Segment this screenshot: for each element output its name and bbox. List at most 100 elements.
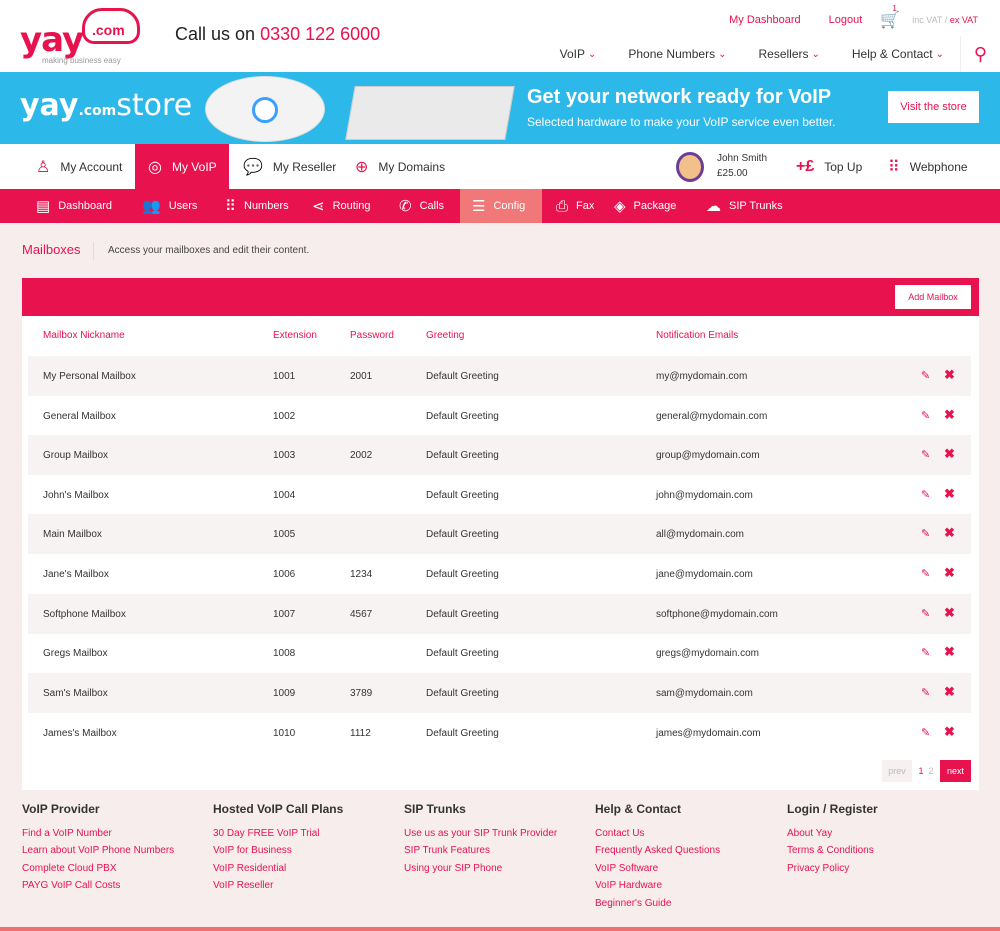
table-row[interactable]: John's Mailbox 1004 Default Greeting joh…	[28, 475, 971, 515]
footer-link[interactable]: Beginner's Guide	[595, 898, 720, 915]
cloud-download-icon: ☁	[706, 198, 721, 215]
cell-greeting: Default Greeting	[426, 569, 499, 580]
pencil-icon[interactable]: ✎	[921, 607, 930, 620]
table-row[interactable]: Gregs Mailbox 1008 Default Greeting greg…	[28, 633, 971, 673]
delete-icon[interactable]: ✖	[944, 644, 955, 660]
subnav-numbers[interactable]: ⠿ Numbers	[217, 189, 312, 223]
cell-email: sam@mydomain.com	[656, 688, 753, 699]
inc-vat-option[interactable]: inc VAT	[912, 15, 942, 25]
delete-icon[interactable]: ✖	[944, 605, 955, 621]
pencil-icon[interactable]: ✎	[921, 448, 930, 461]
cell-greeting: Default Greeting	[426, 648, 499, 659]
cart-icon[interactable]: 🛒 1	[880, 4, 900, 30]
access-point-light	[252, 97, 278, 123]
ex-vat-option[interactable]: ex VAT	[950, 15, 978, 25]
footer-link[interactable]: Terms & Conditions	[787, 845, 878, 862]
visit-store-button[interactable]: Visit the store	[888, 91, 979, 123]
table-row[interactable]: Softphone Mailbox 1007 4567 Default Gree…	[28, 594, 971, 634]
yay-logo[interactable]: yay .com making business easy	[20, 8, 150, 66]
nav-voip[interactable]: VoIP ⌄	[544, 36, 613, 72]
table-row[interactable]: General Mailbox 1002 Default Greeting ge…	[28, 396, 971, 436]
topup-button[interactable]: +£ Top Up	[796, 144, 862, 189]
subnav-calls[interactable]: ✆ Calls	[399, 189, 460, 223]
pencil-icon[interactable]: ✎	[921, 686, 930, 699]
page-2-link[interactable]: 2	[926, 760, 936, 782]
footer-link[interactable]: Complete Cloud PBX	[22, 863, 174, 880]
footer-link[interactable]: Learn about VoIP Phone Numbers	[22, 845, 174, 862]
footer-link[interactable]: VoIP for Business	[213, 845, 343, 862]
footer-link[interactable]: About Yay	[787, 828, 878, 845]
col-header-extension: Extension	[273, 330, 317, 341]
delete-icon[interactable]: ✖	[944, 525, 955, 541]
cell-email: gregs@mydomain.com	[656, 648, 759, 659]
subnav-package[interactable]: ◈ Package	[614, 189, 706, 223]
subnav-dashboard[interactable]: ▤ Dashboard	[36, 189, 124, 223]
delete-icon[interactable]: ✖	[944, 565, 955, 581]
table-row[interactable]: Jane's Mailbox 1006 1234 Default Greetin…	[28, 554, 971, 594]
footer-link[interactable]: SIP Trunk Features	[404, 845, 557, 862]
store-logo[interactable]: yay.comstore	[20, 88, 192, 123]
tab-my-domains[interactable]: ⊕ My Domains	[355, 144, 465, 189]
footer-link[interactable]: Contact Us	[595, 828, 720, 845]
cell-greeting: Default Greeting	[426, 728, 499, 739]
table-row[interactable]: Sam's Mailbox 1009 3789 Default Greeting…	[28, 673, 971, 713]
delete-icon[interactable]: ✖	[944, 446, 955, 462]
footer-link[interactable]: Frequently Asked Questions	[595, 845, 720, 862]
layers-icon: ◈	[614, 198, 626, 215]
table-row[interactable]: My Personal Mailbox 1001 2001 Default Gr…	[28, 356, 971, 396]
webphone-button[interactable]: ⠿ Webphone	[888, 144, 968, 189]
phone-number[interactable]: 0330 122 6000	[260, 24, 380, 44]
delete-icon[interactable]: ✖	[944, 724, 955, 740]
tab-my-account[interactable]: ♙ My Account	[22, 144, 135, 189]
subnav-fax[interactable]: ⎙ Fax	[542, 189, 614, 223]
logout-link[interactable]: Logout	[829, 14, 863, 26]
delete-icon[interactable]: ✖	[944, 486, 955, 502]
footer-link[interactable]: Find a VoIP Number	[22, 828, 174, 845]
footer-link[interactable]: Using your SIP Phone	[404, 863, 557, 880]
pencil-icon[interactable]: ✎	[921, 567, 930, 580]
avatar[interactable]	[676, 152, 704, 182]
search-icon[interactable]: ⚲	[960, 36, 1000, 72]
banner-title: Get your network ready for VoIP	[527, 86, 832, 108]
next-button[interactable]: next	[940, 760, 971, 782]
pencil-icon[interactable]: ✎	[921, 409, 930, 422]
tab-my-voip[interactable]: ◎ My VoIP	[135, 144, 229, 189]
table-row[interactable]: James's Mailbox 1010 1112 Default Greeti…	[28, 713, 971, 753]
footer-link[interactable]: PAYG VoIP Call Costs	[22, 880, 174, 897]
delete-icon[interactable]: ✖	[944, 407, 955, 423]
globe-icon: ⊕	[355, 158, 369, 176]
pencil-icon[interactable]: ✎	[921, 488, 930, 501]
subnav-routing[interactable]: ⋖ Routing	[312, 189, 399, 223]
pencil-icon[interactable]: ✎	[921, 369, 930, 382]
footer-col-sip-trunks: SIP Trunks Use us as your SIP Trunk Prov…	[404, 802, 557, 880]
tab-my-reseller[interactable]: 💬 My Reseller	[243, 144, 343, 189]
pencil-icon[interactable]: ✎	[921, 726, 930, 739]
logo-tagline: making business easy	[42, 56, 121, 65]
cart-count: 1	[892, 4, 897, 13]
nav-help-contact[interactable]: Help & Contact ⌄	[836, 36, 960, 72]
pencil-icon[interactable]: ✎	[921, 527, 930, 540]
table-row[interactable]: Main Mailbox 1005 Default Greeting all@m…	[28, 514, 971, 554]
cell-extension: 1007	[273, 609, 296, 620]
footer-link[interactable]: Privacy Policy	[787, 863, 878, 880]
table-row[interactable]: Group Mailbox 1003 2002 Default Greeting…	[28, 435, 971, 475]
delete-icon[interactable]: ✖	[944, 367, 955, 383]
footer-link[interactable]: VoIP Residential	[213, 863, 343, 880]
add-mailbox-button[interactable]: Add Mailbox	[895, 285, 971, 309]
pagination: prev 1 2 next	[882, 760, 971, 782]
subnav-config[interactable]: ☰ Config	[460, 189, 542, 223]
subnav-sip-trunks[interactable]: ☁ SIP Trunks	[706, 189, 796, 223]
prev-button[interactable]: prev	[882, 760, 912, 782]
footer-link[interactable]: VoIP Hardware	[595, 880, 720, 897]
footer-link[interactable]: Use us as your SIP Trunk Provider	[404, 828, 557, 845]
nav-phone-numbers[interactable]: Phone Numbers ⌄	[612, 36, 742, 72]
pencil-icon[interactable]: ✎	[921, 646, 930, 659]
footer-link[interactable]: VoIP Reseller	[213, 880, 343, 897]
footer-link[interactable]: VoIP Software	[595, 863, 720, 880]
delete-icon[interactable]: ✖	[944, 684, 955, 700]
dashboard-link[interactable]: My Dashboard	[729, 14, 801, 26]
page-1-link[interactable]: 1	[916, 760, 926, 782]
subnav-users[interactable]: 👥 Users	[124, 189, 217, 223]
nav-resellers[interactable]: Resellers ⌄	[742, 36, 835, 72]
footer-link[interactable]: 30 Day FREE VoIP Trial	[213, 828, 343, 845]
